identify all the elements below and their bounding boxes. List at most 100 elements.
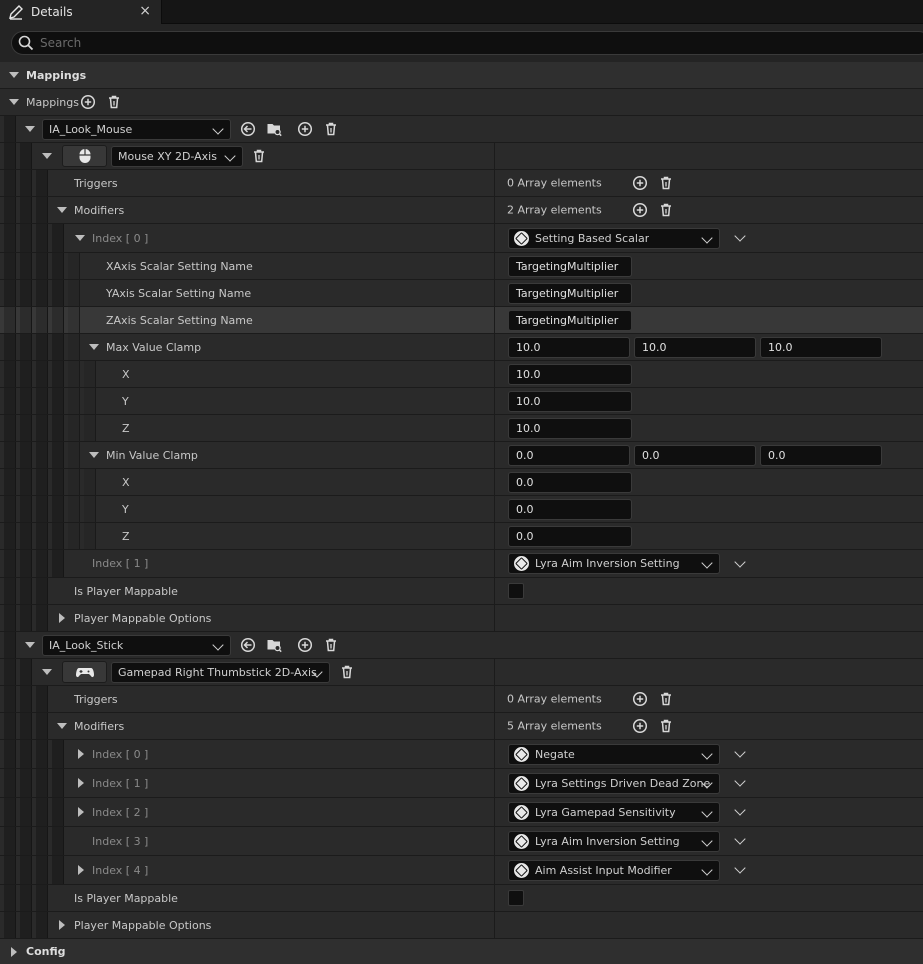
input-action-combo[interactable]: IA_Look_Stick <box>42 635 231 656</box>
delete-all-icon[interactable] <box>658 175 674 191</box>
category-mappings[interactable]: Mappings <box>0 62 923 89</box>
modifier-index-row: Index [ 3 ] Lyra Aim Inversion Setting <box>0 827 923 856</box>
chevron-down-icon[interactable] <box>734 230 746 242</box>
collapse-arrow-icon[interactable] <box>9 99 19 105</box>
collapse-arrow-icon[interactable] <box>25 126 35 132</box>
min-value-clamp-label: Min Value Clamp <box>106 448 198 462</box>
close-icon[interactable]: × <box>139 3 151 19</box>
combo-text: Lyra Aim Inversion Setting <box>535 557 680 570</box>
key-selector-button[interactable] <box>62 145 107 167</box>
min-clamp-z-value[interactable]: 0.0 <box>508 526 632 547</box>
expand-arrow-icon[interactable] <box>78 749 84 759</box>
min-value-clamp-row: Min Value Clamp 0.0 0.0 0.0 <box>0 442 923 469</box>
mapping-1-row: IA_Look_Mouse <box>0 116 923 143</box>
delete-all-icon[interactable] <box>658 202 674 218</box>
collapse-arrow-icon[interactable] <box>57 723 67 729</box>
modifier-class-combo[interactable]: Lyra Gamepad Sensitivity <box>508 802 720 823</box>
collapse-arrow-icon[interactable] <box>25 642 35 648</box>
delete-all-icon[interactable] <box>658 691 674 707</box>
modifier-class-combo[interactable]: Lyra Settings Driven Dead Zone <box>508 773 720 794</box>
tab-label: Details <box>31 5 73 19</box>
modifier-class-combo[interactable]: Negate <box>508 744 720 765</box>
yaxis-setting-field[interactable]: TargetingMultiplier <box>508 283 632 304</box>
category-config[interactable]: Config <box>0 939 923 964</box>
max-clamp-y-value[interactable]: 10.0 <box>508 391 632 412</box>
is-player-mappable-checkbox[interactable] <box>508 583 524 599</box>
min-clamp-z-field[interactable]: 0.0 <box>760 445 882 466</box>
y-label: Y <box>122 394 129 408</box>
chevron-down-icon <box>701 557 713 569</box>
modifier-index-0-row: Index [ 0 ] Setting Based Scalar <box>0 224 923 253</box>
max-clamp-z-field[interactable]: 10.0 <box>760 337 882 358</box>
xaxis-setting-field[interactable]: TargetingMultiplier <box>508 256 632 277</box>
delete-icon[interactable] <box>323 121 339 137</box>
triggers-row: Triggers 0 Array elements <box>0 170 923 197</box>
max-clamp-x-field[interactable]: 10.0 <box>508 337 630 358</box>
delete-icon[interactable] <box>251 148 267 164</box>
delete-all-icon[interactable] <box>106 94 122 110</box>
expand-arrow-icon[interactable] <box>59 920 65 930</box>
chevron-down-icon[interactable] <box>734 862 746 874</box>
min-clamp-x-field[interactable]: 0.0 <box>508 445 630 466</box>
is-player-mappable-label: Is Player Mappable <box>74 891 178 905</box>
chevron-down-icon[interactable] <box>734 833 746 845</box>
browse-icon[interactable] <box>266 637 282 653</box>
expand-arrow-icon[interactable] <box>59 613 65 623</box>
collapse-arrow-icon[interactable] <box>75 235 85 241</box>
collapse-arrow-icon[interactable] <box>42 153 52 159</box>
insert-icon[interactable] <box>297 637 313 653</box>
chevron-down-icon[interactable] <box>734 746 746 758</box>
add-element-icon[interactable] <box>632 175 648 191</box>
use-selected-icon[interactable] <box>240 121 256 137</box>
tab-details[interactable]: Details × <box>0 0 162 24</box>
max-clamp-z-value[interactable]: 10.0 <box>508 418 632 439</box>
index-label: Index [ 3 ] <box>92 834 149 848</box>
modifier-class-combo[interactable]: Lyra Aim Inversion Setting <box>508 553 720 574</box>
combo-text: IA_Look_Mouse <box>49 123 133 136</box>
collapse-arrow-icon <box>9 72 19 78</box>
max-clamp-y-field[interactable]: 10.0 <box>634 337 756 358</box>
use-selected-icon[interactable] <box>240 637 256 653</box>
max-clamp-x-value[interactable]: 10.0 <box>508 364 632 385</box>
modifier-class-combo[interactable]: Aim Assist Input Modifier <box>508 860 720 881</box>
chevron-down-icon[interactable] <box>734 775 746 787</box>
min-clamp-x-value[interactable]: 0.0 <box>508 472 632 493</box>
min-clamp-x-row: X 0.0 <box>0 469 923 496</box>
combo-text: IA_Look_Stick <box>49 639 124 652</box>
collapse-arrow-icon[interactable] <box>89 452 99 458</box>
expand-arrow-icon[interactable] <box>78 807 84 817</box>
chevron-down-icon[interactable] <box>734 804 746 816</box>
expand-arrow-icon[interactable] <box>78 865 84 875</box>
search-input[interactable] <box>40 36 840 50</box>
chevron-down-icon[interactable] <box>734 556 746 568</box>
is-player-mappable-checkbox[interactable] <box>508 890 524 906</box>
min-clamp-y-field[interactable]: 0.0 <box>634 445 756 466</box>
add-element-icon[interactable] <box>80 94 96 110</box>
category-label: Mappings <box>26 68 87 82</box>
modifier-class-combo[interactable]: Setting Based Scalar <box>508 228 720 249</box>
key-selector-button[interactable] <box>62 661 107 683</box>
delete-icon[interactable] <box>323 637 339 653</box>
delete-all-icon[interactable] <box>658 718 674 734</box>
min-clamp-y-value[interactable]: 0.0 <box>508 499 632 520</box>
add-element-icon[interactable] <box>632 718 648 734</box>
input-action-combo[interactable]: IA_Look_Mouse <box>42 119 231 140</box>
browse-icon[interactable] <box>266 121 282 137</box>
zaxis-setting-row: ZAxis Scalar Setting Name TargetingMulti… <box>0 307 923 334</box>
combo-text: Mouse XY 2D-Axis <box>118 150 217 163</box>
zaxis-setting-field[interactable]: TargetingMultiplier <box>508 310 632 331</box>
collapse-arrow-icon[interactable] <box>42 669 52 675</box>
key-combo[interactable]: Mouse XY 2D-Axis <box>111 146 243 167</box>
collapse-arrow-icon[interactable] <box>89 344 99 350</box>
combo-text: Lyra Aim Inversion Setting <box>535 835 680 848</box>
expand-arrow-icon[interactable] <box>78 778 84 788</box>
insert-icon[interactable] <box>297 121 313 137</box>
modifier-class-combo[interactable]: Lyra Aim Inversion Setting <box>508 831 720 852</box>
delete-icon[interactable] <box>339 664 355 680</box>
add-element-icon[interactable] <box>632 691 648 707</box>
add-element-icon[interactable] <box>632 202 648 218</box>
class-icon <box>514 231 529 246</box>
chevron-down-icon <box>224 150 236 162</box>
collapse-arrow-icon[interactable] <box>57 207 67 213</box>
key-combo[interactable]: Gamepad Right Thumbstick 2D-Axis <box>111 662 330 683</box>
